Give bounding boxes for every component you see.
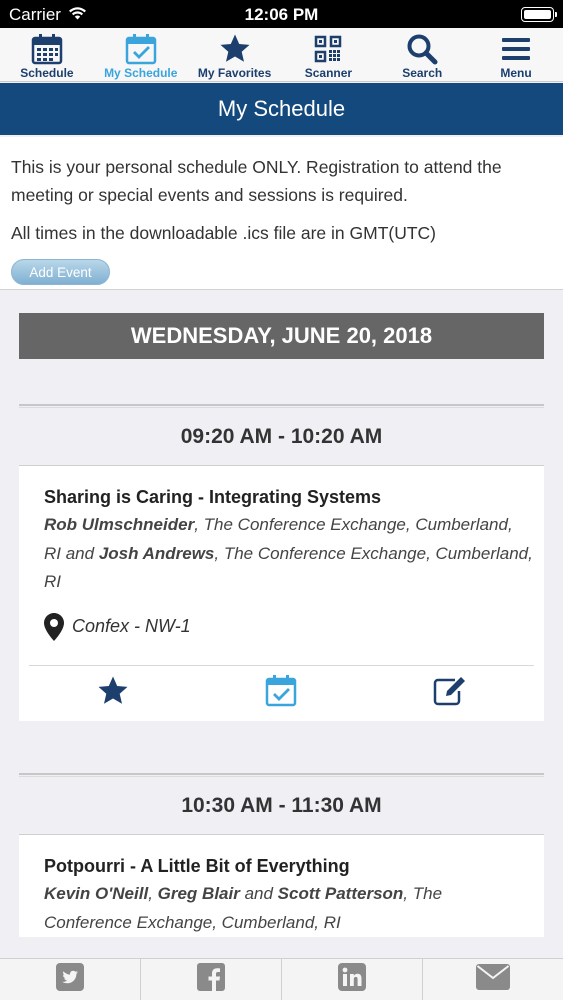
location-name: Confex - NW-1 <box>72 616 191 636</box>
qr-code-icon <box>314 31 342 67</box>
speaker-name: Josh Andrews <box>98 543 215 563</box>
share-bar <box>0 958 563 1000</box>
calendar-icon <box>31 31 63 67</box>
search-icon <box>406 31 438 67</box>
nav-my-favorites[interactable]: My Favorites <box>188 28 282 81</box>
schedule-list[interactable]: WEDNESDAY, JUNE 20, 2018 09:20 AM - 10:2… <box>0 290 563 958</box>
share-twitter-button[interactable] <box>0 959 141 1000</box>
facebook-icon <box>197 963 225 996</box>
share-facebook-button[interactable] <box>141 959 282 1000</box>
add-event-button[interactable]: Add Event <box>11 259 110 285</box>
nav-search[interactable]: Search <box>375 28 469 81</box>
map-pin-icon <box>44 612 64 641</box>
share-email-button[interactable] <box>423 959 563 1000</box>
session-speakers: Rob Ulmschneider, The Conference Exchang… <box>44 511 534 597</box>
nav-my-favorites-label: My Favorites <box>197 66 272 80</box>
session-block: 10:30 AM - 11:30 AM Potpourri - A Little… <box>19 773 544 937</box>
nav-schedule-label: Schedule <box>20 66 74 80</box>
star-icon <box>219 31 251 67</box>
linkedin-icon <box>338 963 366 996</box>
session-card[interactable]: Sharing is Caring - Integrating Systems … <box>19 466 544 721</box>
nav-scanner[interactable]: Scanner <box>281 28 375 81</box>
speaker-name: Scott Patterson <box>277 884 404 903</box>
session-time: 09:20 AM - 10:20 AM <box>19 408 544 466</box>
nav-menu-label: Menu <box>500 66 532 80</box>
schedule-notice: This is your personal schedule ONLY. Reg… <box>11 157 502 205</box>
clock: 12:06 PM <box>244 5 319 24</box>
session-block: 09:20 AM - 10:20 AM Sharing is Caring - … <box>19 404 544 721</box>
battery-icon <box>521 7 557 22</box>
separator-text: , <box>148 884 158 903</box>
calendar-check-icon <box>265 674 297 712</box>
info-box: This is your personal schedule ONLY. Reg… <box>0 137 563 290</box>
session-time: 10:30 AM - 11:30 AM <box>19 777 544 835</box>
session-title[interactable]: Potpourri - A Little Bit of Everything <box>44 854 534 878</box>
session-actions <box>29 664 534 721</box>
nav-schedule[interactable]: Schedule <box>0 28 94 81</box>
day-header: WEDNESDAY, JUNE 20, 2018 <box>19 313 544 359</box>
hamburger-menu-icon <box>501 31 531 67</box>
session-speakers: Kevin O'Neill, Greg Blair and Scott Patt… <box>44 880 534 937</box>
add-to-schedule-button[interactable] <box>197 666 365 721</box>
session-title[interactable]: Sharing is Caring - Integrating Systems <box>44 485 534 509</box>
star-icon <box>97 675 129 712</box>
nav-menu[interactable]: Menu <box>469 28 563 81</box>
ics-note: All times in the downloadable .ics file … <box>11 223 437 243</box>
speaker-name: Kevin O'Neill <box>44 884 149 903</box>
separator-text: and <box>239 884 278 903</box>
nav-my-schedule[interactable]: My Schedule <box>94 28 188 81</box>
nav-my-schedule-label: My Schedule <box>104 66 178 80</box>
top-nav: Schedule My Schedule My Favorites Scanne… <box>0 28 563 82</box>
twitter-icon <box>56 963 84 996</box>
nav-scanner-label: Scanner <box>304 66 353 80</box>
status-bar: Carrier 12:06 PM <box>0 0 563 28</box>
add-note-button[interactable] <box>366 666 534 721</box>
speaker-name: Rob Ulmschneider <box>44 515 195 534</box>
share-linkedin-button[interactable] <box>282 959 423 1000</box>
session-card[interactable]: Potpourri - A Little Bit of Everything K… <box>19 835 544 937</box>
favorite-button[interactable] <box>29 666 197 721</box>
session-location: Confex - NW-1 <box>44 611 534 643</box>
page-title: My Schedule <box>0 83 563 135</box>
email-icon <box>476 964 510 995</box>
edit-note-icon <box>433 676 467 711</box>
nav-search-label: Search <box>402 66 443 80</box>
calendar-check-icon <box>125 31 157 67</box>
speaker-name: Greg Blair <box>157 884 240 903</box>
